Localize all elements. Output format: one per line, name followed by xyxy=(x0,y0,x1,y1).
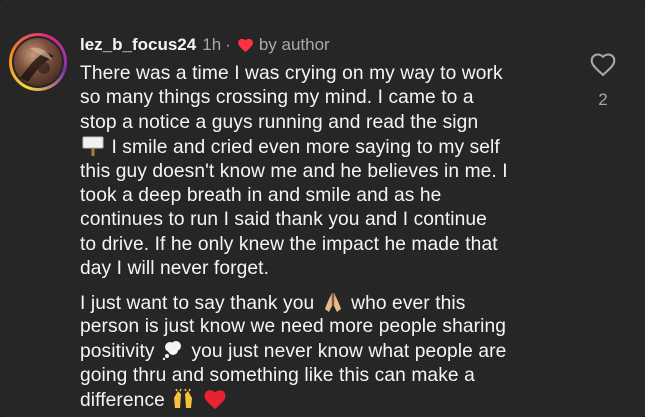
text-line: stop a notice a guys running and read th… xyxy=(80,111,479,133)
text-line: I smile and cried even more saying to my… xyxy=(80,135,570,159)
avatar[interactable] xyxy=(9,33,67,91)
comment: lez_b_focus24 1h · by author There was a… xyxy=(0,0,645,417)
like-count: 2 xyxy=(598,90,608,109)
text-line: this guy doesn't know me and he believes… xyxy=(80,160,508,182)
text-line: person is just know we need more people … xyxy=(80,315,507,337)
text-fragment: difference xyxy=(80,390,165,412)
timestamp[interactable]: 1h xyxy=(202,35,221,55)
text-line: positivity you just never know what peop… xyxy=(80,339,570,363)
author-badge: by author xyxy=(258,35,330,54)
red-heart-icon xyxy=(203,388,227,410)
text-fragment: I just want to say thank you xyxy=(80,292,315,314)
avatar-photo xyxy=(14,38,62,86)
text-line: day I will never forget. xyxy=(80,258,270,280)
heart-filled-icon xyxy=(237,37,254,54)
text-line: took a deep breath in and smile and as h… xyxy=(80,184,442,206)
avatar-frame xyxy=(12,36,64,88)
text-fragment: I smile and cried even more saying to my… xyxy=(111,137,500,159)
folded-hands-icon xyxy=(321,291,345,313)
raising-hands-icon xyxy=(171,388,195,410)
text-line: to drive. If he only knew the impact he … xyxy=(80,233,498,255)
text-fragment: positivity xyxy=(80,341,155,363)
text-fragment: you just never know what people are xyxy=(191,341,507,363)
text-line: I just want to say thank you who ever th… xyxy=(80,291,570,315)
text-fragment: who ever this xyxy=(351,292,466,314)
text-line: There was a time I was crying on my way … xyxy=(80,63,503,84)
text-line: going thru and something like this can m… xyxy=(80,364,475,386)
text-line: so many things crossing my mind. I came … xyxy=(80,87,474,109)
text-line: continues to run I said thank you and I … xyxy=(80,209,487,231)
comment-text: There was a time I was crying on my way … xyxy=(80,62,570,412)
separator-dot: · xyxy=(225,35,231,54)
signpost-icon xyxy=(81,135,105,157)
comment-header: lez_b_focus24 1h · by author xyxy=(80,34,330,56)
thought-balloon-icon xyxy=(161,339,185,361)
username-link[interactable]: lez_b_focus24 xyxy=(80,35,196,55)
heart-outline-icon[interactable] xyxy=(589,51,617,79)
text-line: difference xyxy=(80,388,570,412)
